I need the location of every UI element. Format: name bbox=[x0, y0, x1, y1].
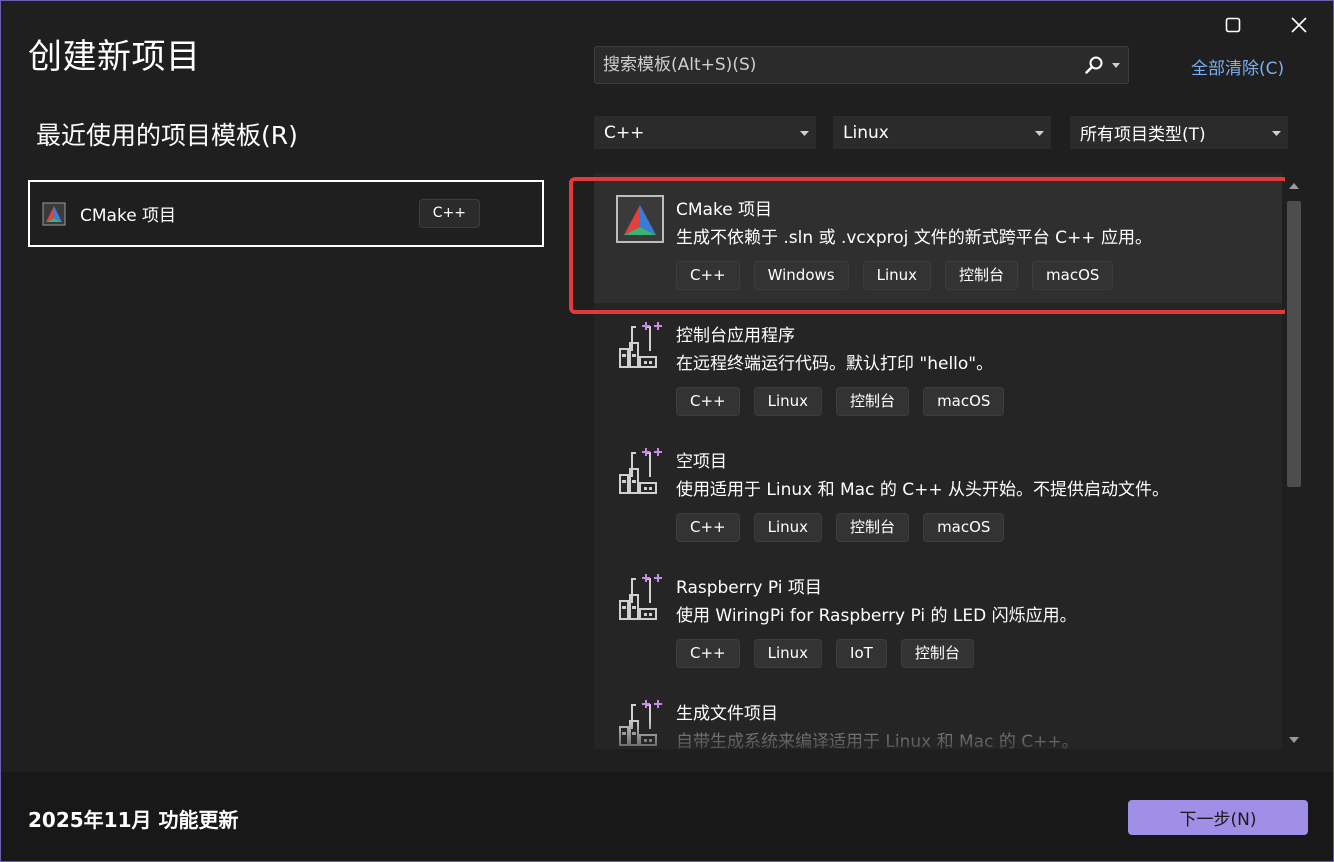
template-name: 空项目 bbox=[676, 452, 727, 472]
tag: Linux bbox=[753, 639, 823, 668]
template-tags: C++ Linux 控制台 macOS bbox=[676, 513, 1005, 542]
language-filter-dropdown[interactable]: C++ bbox=[594, 116, 816, 149]
template-name: Raspberry Pi 项目 bbox=[676, 578, 822, 598]
search-icon[interactable] bbox=[1084, 55, 1104, 75]
tag: C++ bbox=[676, 639, 740, 668]
tag: Linux bbox=[753, 387, 823, 416]
scroll-up-icon[interactable] bbox=[1289, 183, 1299, 189]
template-name: 控制台应用程序 bbox=[676, 326, 795, 346]
cmake-icon bbox=[42, 201, 66, 226]
linux-cpp-project-icon bbox=[619, 322, 662, 368]
cmake-icon bbox=[616, 195, 664, 243]
project-type-filter-value: 所有项目类型(T) bbox=[1080, 125, 1206, 145]
close-button[interactable] bbox=[1279, 11, 1319, 39]
linux-cpp-project-icon bbox=[619, 574, 662, 620]
tag: Linux bbox=[753, 513, 823, 542]
tag: Windows bbox=[753, 261, 849, 290]
chevron-down-icon[interactable] bbox=[1112, 63, 1120, 68]
page-title: 创建新项目 bbox=[28, 37, 201, 77]
tag: C++ bbox=[676, 387, 740, 416]
platform-filter-dropdown[interactable]: Linux bbox=[833, 116, 1051, 149]
tag: macOS bbox=[923, 513, 1005, 542]
template-description: 生成不依赖于 .sln 或 .vcxproj 文件的新式跨平台 C++ 应用。 bbox=[676, 228, 1152, 248]
tag: 控制台 bbox=[836, 387, 910, 416]
project-type-filter-dropdown[interactable]: 所有项目类型(T) bbox=[1070, 116, 1288, 149]
language-filter-value: C++ bbox=[604, 122, 645, 143]
template-description: 在远程终端运行代码。默认打印 "hello"。 bbox=[676, 354, 994, 374]
template-item-console-app[interactable]: 控制台应用程序 在远程终端运行代码。默认打印 "hello"。 C++ Linu… bbox=[594, 303, 1282, 429]
template-description: 使用适用于 Linux 和 Mac 的 C++ 从头开始。不提供启动文件。 bbox=[676, 480, 1170, 500]
template-item-makefile-project[interactable]: 生成文件项目 自带生成系统来编译适用于 Linux 和 Mac 的 C++。 bbox=[594, 681, 1282, 749]
linux-cpp-project-icon bbox=[619, 448, 662, 494]
tag: C++ bbox=[676, 513, 740, 542]
maximize-icon bbox=[1225, 17, 1241, 33]
template-tags: C++ Windows Linux 控制台 macOS bbox=[676, 261, 1114, 290]
chevron-down-icon bbox=[1035, 131, 1044, 136]
recent-templates-heading: 最近使用的项目模板(R) bbox=[36, 121, 298, 150]
recent-template-item[interactable]: CMake 项目 C++ bbox=[28, 180, 544, 247]
template-description: 自带生成系统来编译适用于 Linux 和 Mac 的 C++。 bbox=[676, 732, 1079, 749]
next-button[interactable]: 下一步(N) bbox=[1128, 800, 1308, 835]
template-item-empty-project[interactable]: 空项目 使用适用于 Linux 和 Mac 的 C++ 从头开始。不提供启动文件… bbox=[594, 429, 1282, 555]
search-input[interactable] bbox=[595, 47, 1065, 83]
recent-template-tag: C++ bbox=[418, 199, 480, 228]
chevron-down-icon bbox=[800, 131, 809, 136]
template-list-scrollbar[interactable] bbox=[1285, 177, 1303, 749]
tag: C++ bbox=[676, 261, 740, 290]
linux-cpp-project-icon bbox=[619, 700, 662, 746]
release-label: 2025年11月 功能更新 bbox=[28, 808, 239, 832]
template-item-cmake[interactable]: CMake 项目 生成不依赖于 .sln 或 .vcxproj 文件的新式跨平台… bbox=[594, 177, 1282, 303]
tag: macOS bbox=[1032, 261, 1114, 290]
platform-filter-value: Linux bbox=[843, 122, 889, 143]
tag: macOS bbox=[923, 387, 1005, 416]
scroll-thumb[interactable] bbox=[1287, 201, 1301, 487]
tag: 控制台 bbox=[900, 639, 974, 668]
recent-template-name: CMake 项目 bbox=[80, 206, 177, 226]
template-description: 使用 WiringPi for Raspberry Pi 的 LED 闪烁应用。 bbox=[676, 606, 1077, 626]
template-tags: C++ Linux IoT 控制台 bbox=[676, 639, 974, 668]
template-item-raspberry-pi[interactable]: Raspberry Pi 项目 使用 WiringPi for Raspberr… bbox=[594, 555, 1282, 681]
template-list: CMake 项目 生成不依赖于 .sln 或 .vcxproj 文件的新式跨平台… bbox=[594, 173, 1282, 749]
tag: 控制台 bbox=[945, 261, 1019, 290]
search-box bbox=[594, 46, 1129, 84]
tag: 控制台 bbox=[836, 513, 910, 542]
close-icon bbox=[1291, 17, 1307, 33]
template-name: 生成文件项目 bbox=[676, 704, 778, 724]
tag: Linux bbox=[862, 261, 932, 290]
chevron-down-icon bbox=[1272, 131, 1281, 136]
scroll-down-icon[interactable] bbox=[1289, 737, 1299, 743]
maximize-button[interactable] bbox=[1213, 11, 1253, 39]
template-tags: C++ Linux 控制台 macOS bbox=[676, 387, 1005, 416]
create-new-project-window: 创建新项目 最近使用的项目模板(R) CMake 项目 C++ 全部清除(C) … bbox=[0, 0, 1334, 862]
tag: IoT bbox=[836, 639, 887, 668]
clear-all-link[interactable]: 全部清除(C) bbox=[1191, 54, 1284, 79]
template-name: CMake 项目 bbox=[676, 200, 773, 220]
footer: 2025年11月 功能更新 下一步(N) bbox=[1, 772, 1333, 861]
